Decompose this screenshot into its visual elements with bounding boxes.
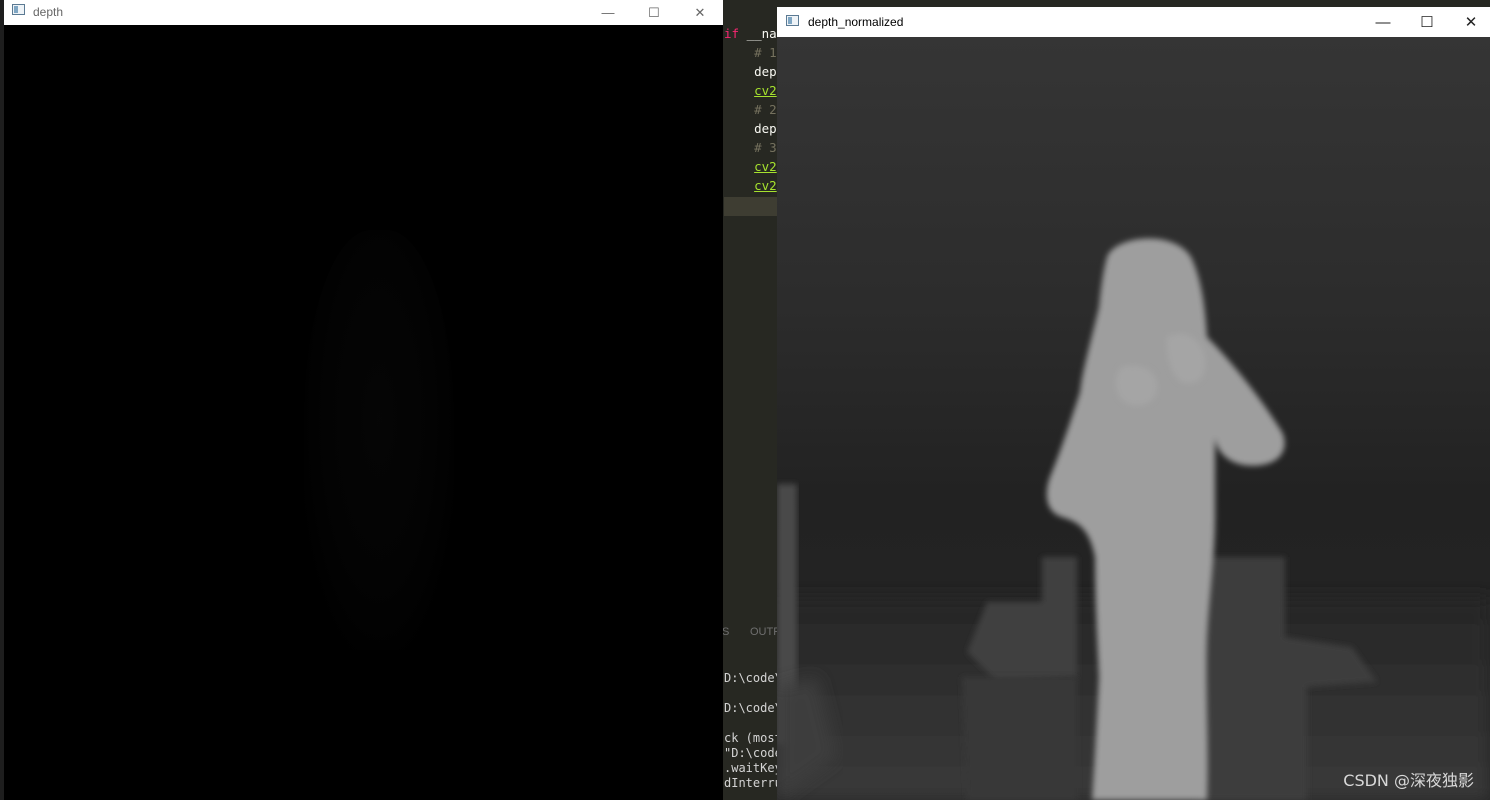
code-line: cv2 (724, 157, 777, 176)
code-line: cv2 (724, 176, 777, 195)
code-line: cv2 (724, 81, 777, 100)
code-line: # 3 (724, 138, 777, 157)
terminal-panel[interactable]: D:\code\ D:\code\ ck (most "D:\code .waitKey… (724, 650, 784, 800)
bottom-panel-tabs: S OUTP (722, 626, 784, 646)
code-token: # 2 (724, 102, 777, 117)
terminal-line: "D:\code (724, 746, 782, 760)
terminal-line: .waitKey (724, 761, 782, 775)
code-token: cv2 (754, 83, 777, 98)
minimize-button[interactable]: — (1360, 7, 1406, 37)
depth-normalized-window-titlebar[interactable]: depth_normalized — ☐ ✕ (777, 7, 1490, 37)
depth-image (4, 25, 723, 800)
faint-person-silhouette (304, 230, 454, 650)
maximize-button[interactable]: ☐ (1404, 7, 1450, 37)
depth-window-titlebar[interactable]: depth — ☐ ✕ (4, 0, 723, 25)
depth-window[interactable]: depth — ☐ ✕ (4, 0, 723, 800)
depth-normalized-window[interactable]: depth_normalized — ☐ ✕ CSDN @深夜独影 (777, 7, 1490, 800)
code-line: dep (724, 119, 777, 138)
code-line: dep (724, 62, 777, 81)
code-token: cv2 (754, 159, 777, 174)
code-token: # 1 (724, 45, 777, 60)
code-token: __na (746, 26, 777, 41)
background-box-left (962, 677, 1077, 800)
minimize-button[interactable]: — (585, 0, 631, 25)
background-cross-left (967, 557, 1077, 682)
terminal-line: D:\code\ (724, 671, 782, 685)
close-button[interactable]: ✕ (1448, 7, 1490, 37)
code-line: # 2 (724, 100, 777, 119)
code-panel[interactable]: if __na # 1 dep cv2 # 2 dep # 3 cv2 cv2 (724, 24, 784, 624)
code-line: # 1 (724, 43, 777, 62)
window-title: depth (33, 5, 64, 19)
terminal-line: dInterru (724, 776, 782, 790)
code-line: if __na (724, 24, 777, 43)
code-token: if (724, 26, 747, 41)
code-token: dep (724, 121, 777, 136)
window-title: depth_normalized (808, 15, 904, 29)
maximize-button[interactable]: ☐ (631, 0, 677, 25)
depth-normalized-image: CSDN @深夜独影 (777, 37, 1490, 800)
code-token: dep (724, 64, 777, 79)
app-window-icon (786, 15, 799, 26)
panel-tab[interactable]: S (722, 626, 729, 638)
code-token: # 3 (724, 140, 777, 155)
panel-tab[interactable]: OUTP (750, 626, 781, 638)
app-window-icon (12, 4, 25, 15)
csdn-watermark: CSDN @深夜独影 (1343, 771, 1474, 790)
close-button[interactable]: ✕ (677, 0, 723, 25)
code-token: cv2 (754, 178, 777, 193)
terminal-line: D:\code\ (724, 701, 782, 715)
depth-scene (777, 238, 1490, 800)
terminal-line: ck (most (724, 731, 782, 745)
